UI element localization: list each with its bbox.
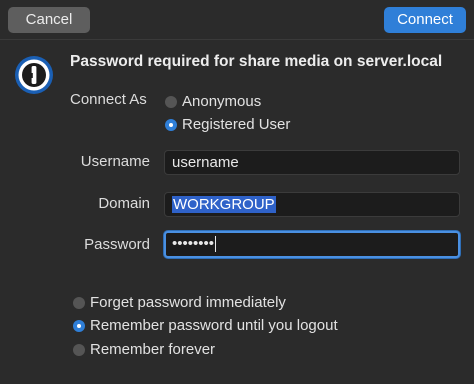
dialog-title: Password required for share media on ser… — [70, 53, 443, 70]
auth-dialog: Cancel Connect Password required for sha… — [0, 0, 474, 384]
cancel-button[interactable]: Cancel — [8, 7, 90, 33]
password-field[interactable]: •••••••• — [164, 231, 460, 258]
radio-label: Anonymous — [182, 93, 262, 110]
radio-remember-forever[interactable]: Remember forever — [73, 341, 215, 358]
username-field[interactable]: username — [164, 150, 460, 175]
radio-button[interactable] — [165, 95, 177, 108]
radio-button-selected[interactable] — [73, 319, 85, 332]
radio-label: Remember forever — [90, 341, 216, 358]
radio-remember-until-logout[interactable]: Remember password until you logout — [73, 317, 338, 334]
domain-value-selected: WORKGROUP — [172, 196, 276, 213]
domain-field[interactable]: WORKGROUP — [164, 192, 460, 217]
radio-button[interactable] — [73, 343, 85, 356]
radio-label: Remember password until you logout — [90, 317, 338, 334]
radio-registered-user[interactable]: Registered User — [165, 116, 290, 133]
radio-anonymous[interactable]: Anonymous — [165, 93, 261, 110]
toolbar-divider — [0, 39, 474, 40]
domain-label: Domain — [98, 195, 150, 212]
radio-button-selected[interactable] — [165, 118, 177, 131]
radio-button[interactable] — [73, 296, 85, 309]
username-value: username — [172, 154, 239, 171]
text-caret — [215, 236, 217, 253]
password-value: •••••••• — [172, 235, 215, 252]
radio-label: Registered User — [182, 116, 291, 133]
connect-button[interactable]: Connect — [384, 7, 466, 33]
1password-keyhole-icon — [15, 56, 53, 94]
connect-as-label: Connect As — [70, 91, 147, 108]
radio-forget-password[interactable]: Forget password immediately — [73, 294, 286, 311]
username-label: Username — [80, 153, 150, 170]
password-label: Password — [84, 236, 150, 253]
radio-label: Forget password immediately — [90, 294, 286, 311]
